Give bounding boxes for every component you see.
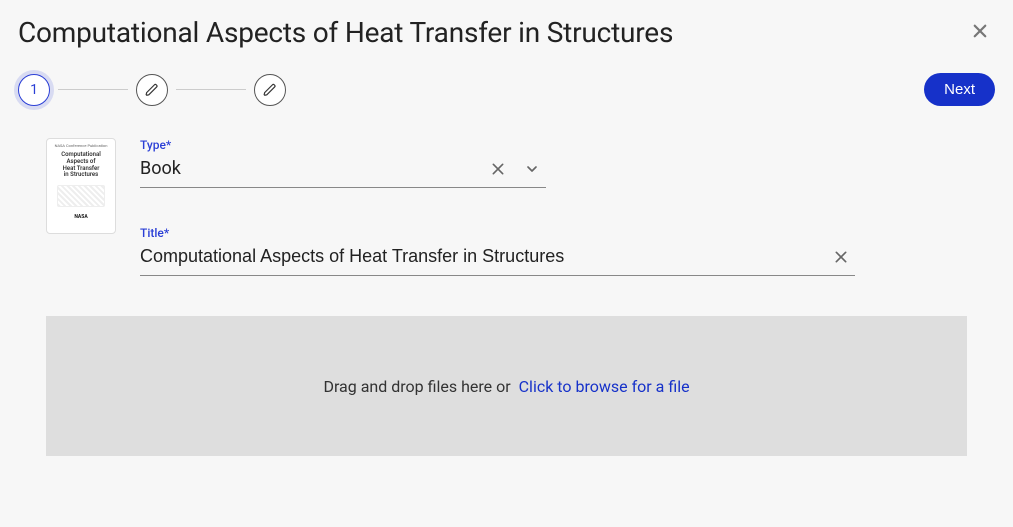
form-area: NASA Conference Publication Computationa…: [46, 138, 995, 276]
thumb-logo: NASA: [74, 215, 87, 221]
thumb-title-l4: in Structures: [64, 172, 99, 179]
step-connector: [176, 89, 246, 90]
close-button[interactable]: [965, 16, 995, 46]
stepper: 1: [18, 74, 286, 106]
field-type: Type* Book: [140, 138, 546, 188]
type-icons: [490, 161, 546, 177]
title-input[interactable]: [140, 246, 833, 267]
step-1-label: 1: [30, 82, 38, 98]
step-3[interactable]: [254, 74, 286, 106]
title-clear-button[interactable]: [833, 249, 849, 265]
title-input-row: [140, 242, 855, 276]
fields: Type* Book Title*: [140, 138, 910, 276]
cover-thumbnail[interactable]: NASA Conference Publication Computationa…: [46, 138, 116, 234]
title-label-text: Title: [140, 226, 164, 240]
step-1[interactable]: 1: [18, 74, 50, 106]
file-dropzone[interactable]: Drag and drop files here or Click to bro…: [46, 316, 967, 456]
thumb-publisher: NASA Conference Publication: [55, 144, 108, 148]
type-label-text: Type: [140, 138, 166, 152]
type-required-mark: *: [166, 138, 171, 152]
close-icon: [971, 22, 989, 40]
pencil-icon: [263, 83, 277, 97]
title-icons: [833, 249, 855, 265]
chevron-down-icon: [524, 161, 540, 177]
browse-link[interactable]: Click to browse for a file: [519, 377, 690, 396]
close-icon: [833, 249, 849, 265]
type-value: Book: [140, 158, 490, 179]
thumb-illustration: [57, 185, 105, 207]
type-select[interactable]: Book: [140, 154, 546, 188]
field-title: Title*: [140, 226, 855, 276]
header-row: Computational Aspects of Heat Transfer i…: [18, 16, 995, 49]
title-label: Title*: [140, 226, 855, 240]
title-required-mark: *: [164, 226, 169, 240]
step-connector: [58, 89, 128, 90]
type-label: Type*: [140, 138, 546, 152]
step-2[interactable]: [136, 74, 168, 106]
dropzone-text: Drag and drop files here or: [323, 377, 510, 396]
page-title: Computational Aspects of Heat Transfer i…: [18, 16, 673, 49]
next-button[interactable]: Next: [924, 73, 995, 106]
dialog: Computational Aspects of Heat Transfer i…: [0, 0, 1013, 472]
close-icon: [490, 161, 506, 177]
type-clear-button[interactable]: [490, 161, 506, 177]
stepper-row: 1 Next: [18, 73, 995, 106]
pencil-icon: [145, 83, 159, 97]
type-dropdown-toggle[interactable]: [524, 161, 540, 177]
